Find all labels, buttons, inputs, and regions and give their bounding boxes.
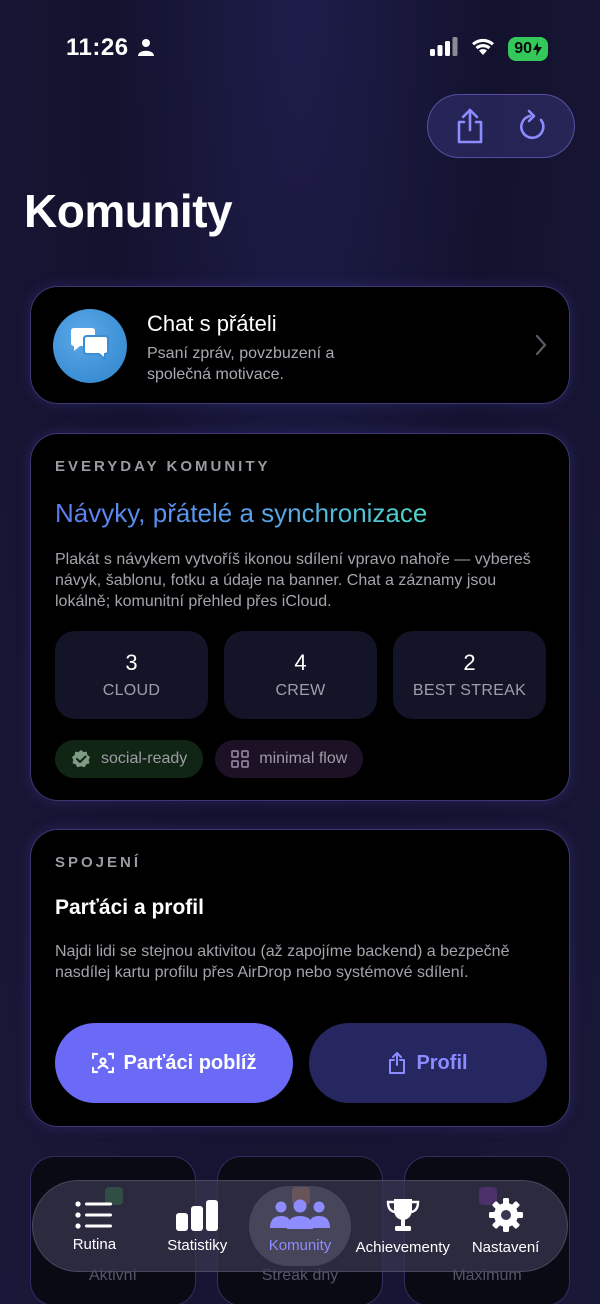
status-time: 11:26: [66, 34, 129, 61]
status-bar: 11:26 90: [0, 0, 600, 96]
cellular-signal-icon: [430, 36, 458, 61]
connection-body: Najdi lidi se stejnou aktivitou (až zapo…: [55, 943, 510, 981]
tags-row: social-ready minimal flow: [55, 740, 364, 778]
tab-achievementy[interactable]: Achievementy: [351, 1186, 454, 1266]
profile-share-label: Profil: [416, 1051, 468, 1074]
profile-share-button[interactable]: Profil: [309, 1023, 547, 1103]
stat-value: 2: [463, 650, 476, 675]
everyday-eyebrow: EVERYDAY KOMUNITY: [55, 458, 271, 475]
tab-label: Komunity: [268, 1236, 332, 1254]
connection-headline: Parťáci a profil: [55, 896, 204, 919]
tag-label: minimal flow: [259, 750, 348, 767]
connection-actions: Parťáci poblíž Profil: [55, 1023, 547, 1103]
stat-value: 4: [294, 650, 307, 675]
tab-nastaveni[interactable]: Nastavení: [454, 1186, 557, 1266]
trophy-icon: [386, 1198, 419, 1231]
chevron-right-icon: [535, 334, 547, 361]
share-icon: [457, 108, 482, 144]
gear-icon: [488, 1197, 523, 1232]
share-button[interactable]: [444, 100, 496, 152]
tab-label: Achievementy: [355, 1238, 450, 1256]
page-title: Komunity: [24, 185, 233, 237]
scan-person-icon: [91, 1052, 114, 1074]
tab-label: Rutina: [72, 1235, 117, 1253]
tab-label: Nastavení: [471, 1238, 540, 1256]
chat-card-title: Chat s přáteli: [147, 311, 277, 336]
stats-row: 3 CLOUD 4 CREW 2 BEST STREAK: [55, 631, 546, 719]
stat-cloud: 3 CLOUD: [55, 631, 208, 719]
tag-social-ready: social-ready: [55, 740, 204, 778]
tag-minimal-flow: minimal flow: [215, 740, 364, 778]
tab-komunity[interactable]: Komunity: [248, 1186, 352, 1266]
tab-statistiky[interactable]: Statistiky: [146, 1186, 249, 1266]
stat-best-streak: 2 BEST STREAK: [393, 631, 546, 719]
wifi-icon: [470, 36, 496, 61]
everyday-headline: Návyky, přátelé a synchronizace: [55, 498, 428, 528]
battery-level: 90: [514, 39, 532, 57]
refresh-button[interactable]: [507, 100, 559, 152]
tab-label: Statistiky: [167, 1236, 228, 1254]
stat-label: CLOUD: [102, 682, 161, 699]
grid-icon: [231, 750, 250, 768]
refresh-icon: [519, 109, 545, 140]
charging-bolt-icon: [533, 41, 542, 56]
stat-label: BEST STREAK: [412, 682, 527, 699]
stat-crew: 4 CREW: [224, 631, 377, 719]
people-icon: [269, 1199, 330, 1229]
connection-eyebrow: SPOJENÍ: [55, 854, 142, 871]
nearby-buddies-label: Parťáci poblíž: [123, 1051, 257, 1074]
bar-chart-icon: [176, 1199, 219, 1231]
chat-bubbles-icon: [53, 309, 127, 383]
everyday-body: Plakát s návykem vytvoříš ikonou sdílení…: [55, 551, 531, 610]
tab-bar: Rutina Statistiky Komunity Achievementy: [32, 1180, 568, 1272]
share-icon: [389, 1052, 406, 1074]
stat-label: CREW: [275, 682, 326, 699]
tab-rutina[interactable]: Rutina: [43, 1186, 146, 1266]
tag-label: social-ready: [101, 750, 188, 767]
battery-indicator: 90: [508, 36, 548, 61]
person-icon: [137, 38, 155, 61]
verified-badge-icon: [72, 750, 90, 768]
stat-value: 3: [125, 650, 138, 675]
top-actions: [427, 94, 575, 158]
list-icon: [75, 1200, 113, 1229]
chat-card-subtitle: Psaní zpráv, povzbuzení a společná motiv…: [147, 345, 335, 383]
chat-card[interactable]: Chat s přáteli Psaní zpráv, povzbuzení a…: [30, 286, 570, 404]
connection-card: SPOJENÍ Parťáci a profil Najdi lidi se s…: [30, 829, 570, 1127]
everyday-community-card: EVERYDAY KOMUNITY Návyky, přátelé a sync…: [30, 433, 570, 801]
nearby-buddies-button[interactable]: Parťáci poblíž: [55, 1023, 293, 1103]
